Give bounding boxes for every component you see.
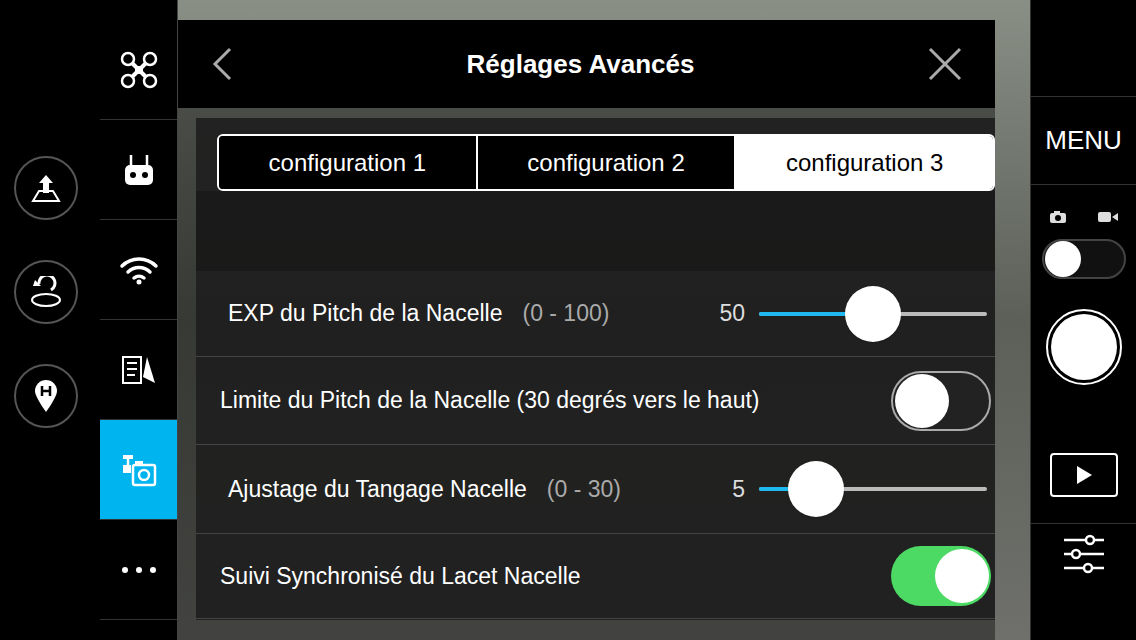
toggle-knob bbox=[935, 549, 989, 603]
sidebar-item[interactable] bbox=[100, 20, 177, 120]
setting-label: Ajustage du Tangage Nacelle bbox=[228, 472, 527, 507]
flight-button[interactable] bbox=[14, 156, 78, 220]
settings-box: configuration 1configuration 2configurat… bbox=[196, 118, 995, 620]
settings-sidebar bbox=[100, 0, 178, 640]
flight-button[interactable] bbox=[14, 260, 78, 324]
setting-row: EXP du Pitch de la Nacelle (0 - 100) 50 bbox=[196, 271, 995, 357]
toggle-knob bbox=[895, 374, 949, 428]
settings-list: EXP du Pitch de la Nacelle (0 - 100) 50 Lim… bbox=[196, 271, 995, 619]
setting-value: 50 bbox=[719, 296, 745, 331]
back-icon[interactable] bbox=[210, 46, 234, 82]
slider-knob[interactable] bbox=[788, 461, 844, 517]
playback-button[interactable] bbox=[1050, 453, 1118, 497]
sidebar-item[interactable] bbox=[100, 120, 177, 220]
panel-header: Réglages Avancés bbox=[178, 20, 995, 108]
setting-row: Ajustage du Tangage Nacelle (0 - 30) 5 bbox=[196, 445, 995, 534]
wifi-icon bbox=[119, 255, 159, 285]
sidebar-item[interactable] bbox=[100, 320, 177, 420]
config-tab[interactable]: configuration 1 bbox=[219, 136, 478, 189]
setting-row: Suivi Synchronisé du Lacet Nacelle bbox=[196, 534, 995, 619]
slider-knob[interactable] bbox=[845, 286, 901, 342]
checklist-icon bbox=[121, 353, 157, 387]
flight-controls bbox=[0, 0, 100, 640]
play-icon bbox=[1075, 465, 1093, 485]
map-pin-icon bbox=[33, 379, 59, 413]
mode-switch-knob bbox=[1045, 241, 1081, 277]
config-tabs: configuration 1configuration 2configurat… bbox=[217, 134, 995, 191]
config-tab[interactable]: configuration 2 bbox=[478, 136, 737, 189]
setting-label: EXP du Pitch de la Nacelle bbox=[228, 296, 502, 331]
setting-label: Limite du Pitch de la Nacelle (30 degrés… bbox=[220, 383, 760, 418]
config-tab[interactable]: configuration 3 bbox=[736, 136, 993, 189]
camera-controls: MENU bbox=[1030, 0, 1136, 640]
return-home-icon bbox=[29, 276, 63, 308]
setting-value: 5 bbox=[732, 472, 745, 507]
setting-range: (0 - 100) bbox=[522, 296, 609, 331]
mode-switch[interactable] bbox=[1042, 239, 1126, 279]
settings-sliders-icon[interactable] bbox=[1062, 534, 1106, 574]
flight-button[interactable] bbox=[14, 364, 78, 428]
sidebar-item[interactable] bbox=[100, 420, 177, 520]
setting-range: (0 - 30) bbox=[547, 472, 621, 507]
remote-controller-icon bbox=[123, 153, 155, 187]
toggle-switch[interactable] bbox=[891, 546, 991, 606]
takeoff-icon bbox=[29, 173, 63, 203]
slider-track[interactable] bbox=[759, 487, 987, 491]
photo-icon bbox=[1050, 211, 1066, 223]
gimbal-icon bbox=[121, 453, 157, 487]
sidebar-item[interactable] bbox=[100, 220, 177, 320]
close-icon[interactable] bbox=[927, 46, 963, 82]
more-icon bbox=[121, 566, 157, 574]
panel-title: Réglages Avancés bbox=[467, 45, 695, 84]
menu-button[interactable]: MENU bbox=[1045, 121, 1122, 160]
settings-panel: Réglages Avancés configuration 1configur… bbox=[178, 0, 995, 640]
shutter-button[interactable] bbox=[1046, 309, 1122, 385]
setting-row: Limite du Pitch de la Nacelle (30 degrés… bbox=[196, 357, 995, 445]
toggle-switch[interactable] bbox=[891, 371, 991, 431]
aircraft-icon bbox=[120, 51, 158, 89]
setting-label: Suivi Synchronisé du Lacet Nacelle bbox=[220, 559, 581, 594]
slider-track[interactable] bbox=[759, 312, 987, 316]
sidebar-item[interactable] bbox=[100, 520, 177, 620]
video-icon bbox=[1098, 211, 1118, 223]
